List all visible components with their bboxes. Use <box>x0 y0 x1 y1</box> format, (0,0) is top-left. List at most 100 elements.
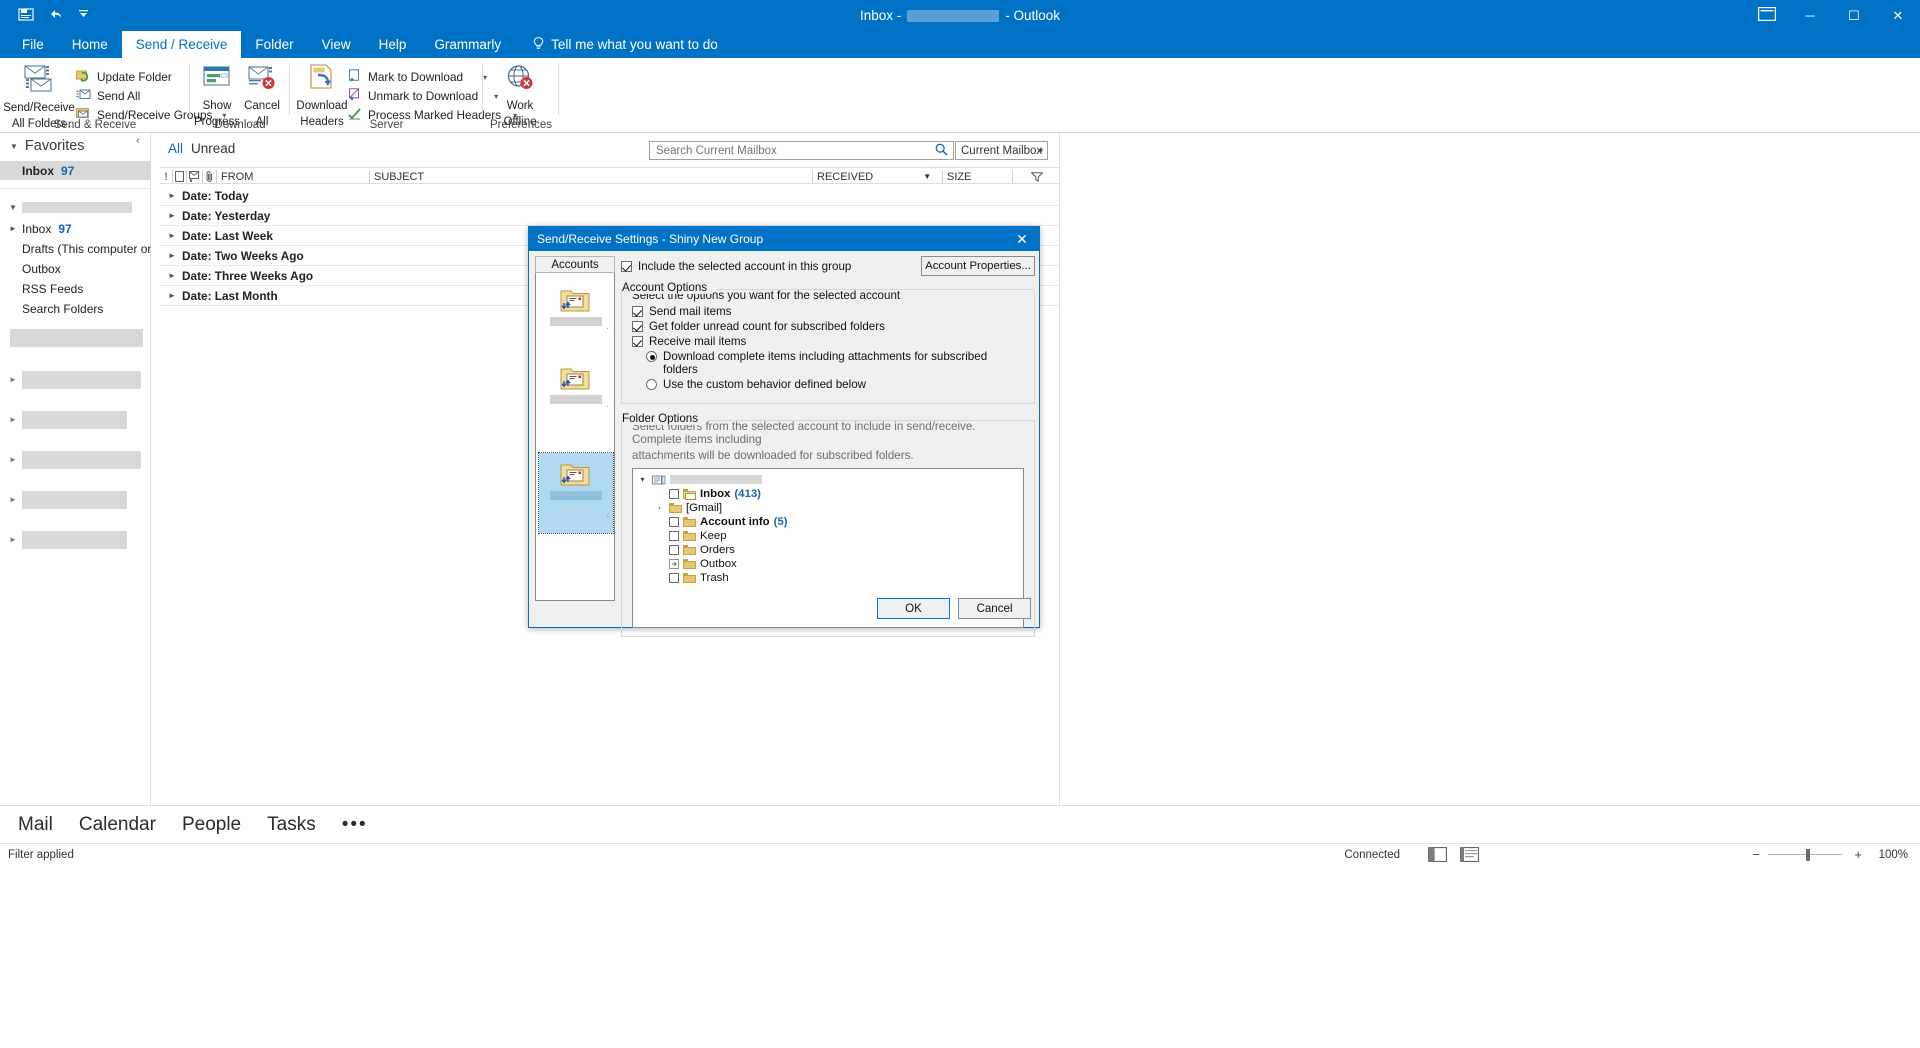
module-calendar[interactable]: Calendar <box>79 814 156 836</box>
column-from[interactable]: FROM <box>216 170 369 183</box>
filter-tab-unread[interactable]: Unread <box>191 141 235 156</box>
account-properties-button[interactable]: Account Properties... <box>921 256 1035 276</box>
tree-node-keep[interactable]: Keep <box>633 529 1023 542</box>
account-list-item[interactable]: . <box>539 357 613 423</box>
custom-behavior-radio[interactable] <box>646 379 657 390</box>
update-folder-button[interactable]: Update Folder <box>76 68 172 86</box>
column-attachment[interactable] <box>202 170 216 183</box>
tree-node-outbox[interactable]: Outbox <box>633 557 1023 570</box>
search-icon[interactable] <box>935 143 948 159</box>
chevron-right-icon[interactable]: ► <box>9 535 17 544</box>
sidebar-item-outbox[interactable]: Outbox <box>0 259 151 278</box>
chevron-down-icon[interactable]: ▾ <box>637 475 648 484</box>
chevron-right-icon[interactable]: ► <box>9 415 17 424</box>
chevron-right-icon[interactable]: ► <box>168 251 176 260</box>
tab-folder[interactable]: Folder <box>241 31 307 58</box>
chevron-right-icon[interactable]: › <box>654 503 665 512</box>
module-tasks[interactable]: Tasks <box>267 814 316 836</box>
reading-view-icon[interactable] <box>1460 847 1480 863</box>
tree-checkbox-account-info[interactable] <box>669 516 679 527</box>
tree-node-inbox[interactable]: Inbox (413) <box>633 487 1023 500</box>
sidebar-item-inbox[interactable]: ► Inbox 97 <box>0 219 151 238</box>
zoom-slider-track[interactable] <box>1768 854 1842 855</box>
chevron-down-icon[interactable]: ▾ <box>1039 146 1043 155</box>
tab-home[interactable]: Home <box>58 31 122 58</box>
mark-to-download-button[interactable]: Mark to Download ▾ <box>348 68 487 86</box>
chevron-right-icon[interactable]: ► <box>9 495 17 504</box>
tree-checkbox-orders[interactable] <box>669 544 679 555</box>
receive-mail-items-row[interactable]: Receive mail items <box>632 335 1024 348</box>
favorites-header[interactable]: ▼ Favorites <box>10 138 85 154</box>
zoom-slider-thumb[interactable] <box>1806 849 1810 861</box>
customize-qat-icon[interactable] <box>77 8 90 23</box>
close-button[interactable]: ✕ <box>1876 0 1920 31</box>
list-group-header[interactable]: ► Date: Yesterday <box>160 206 1060 226</box>
download-complete-items-row[interactable]: Download complete items including attach… <box>646 350 1024 376</box>
chevron-right-icon[interactable]: ► <box>9 375 17 384</box>
tell-me-box[interactable]: Tell me what you want to do <box>515 31 718 58</box>
column-reminder[interactable] <box>172 170 186 183</box>
chevron-right-icon[interactable]: ► <box>168 231 176 240</box>
module-overflow-button[interactable]: ••• <box>342 814 368 836</box>
chevron-right-icon[interactable]: ► <box>9 224 17 233</box>
chevron-right-icon[interactable]: ► <box>168 191 176 200</box>
sidebar-item-favorites-inbox[interactable]: Inbox 97 <box>0 161 151 180</box>
send-all-button[interactable]: Send All <box>76 87 140 105</box>
account-list-item[interactable]: . <box>539 279 613 345</box>
undo-icon[interactable] <box>48 8 63 24</box>
ribbon-display-options-icon[interactable] <box>1758 7 1776 24</box>
chevron-right-icon[interactable]: ► <box>9 455 17 464</box>
tree-checkbox-trash[interactable] <box>669 572 679 583</box>
tab-help[interactable]: Help <box>365 31 421 58</box>
custom-behavior-row[interactable]: Use the custom behavior defined below <box>646 378 1024 391</box>
tree-node-account-root[interactable]: ▾ <box>633 473 1023 486</box>
zoom-in-button[interactable]: + <box>1854 847 1862 862</box>
tree-checkbox-inbox[interactable] <box>669 488 679 499</box>
tree-node-account-info[interactable]: Account info (5) <box>633 515 1023 528</box>
search-scope-dropdown[interactable]: Current Mailbox ▾ <box>955 141 1048 160</box>
chevron-right-icon[interactable]: ► <box>168 271 176 280</box>
chevron-right-icon[interactable]: ► <box>168 291 176 300</box>
column-importance[interactable]: ! <box>160 170 172 183</box>
sidebar-item-rss-feeds[interactable]: RSS Feeds <box>0 279 151 298</box>
include-account-checkbox[interactable] <box>621 261 632 272</box>
minimize-button[interactable]: ─ <box>1788 0 1832 31</box>
tab-view[interactable]: View <box>308 31 365 58</box>
column-filter[interactable] <box>1012 170 1060 183</box>
cancel-button[interactable]: Cancel <box>958 598 1031 619</box>
column-flag-status[interactable] <box>186 170 202 183</box>
sidebar-item-search-folders[interactable]: Search Folders <box>0 299 151 318</box>
column-received[interactable]: RECEIVED ▼ <box>812 170 942 183</box>
send-mail-items-row[interactable]: Send mail items <box>632 305 1024 318</box>
get-unread-count-row[interactable]: Get folder unread count for subscribed f… <box>632 320 1024 333</box>
collapse-pane-icon[interactable]: ‹ <box>136 135 140 147</box>
get-unread-count-checkbox[interactable] <box>632 321 643 332</box>
column-subject[interactable]: SUBJECT <box>369 170 812 183</box>
list-group-header[interactable]: ► Date: Today <box>160 186 1060 206</box>
tab-send-receive[interactable]: Send / Receive <box>121 31 242 58</box>
download-complete-items-radio[interactable] <box>646 351 657 362</box>
zoom-out-button[interactable]: − <box>1752 847 1760 862</box>
unmark-to-download-button[interactable]: Unmark to Download ▾ <box>348 87 498 105</box>
tree-node-gmail[interactable]: › [Gmail] <box>633 501 1023 514</box>
send-mail-items-checkbox[interactable] <box>632 306 643 317</box>
filter-tab-all[interactable]: All <box>168 141 183 156</box>
column-size[interactable]: SIZE <box>942 170 1012 183</box>
normal-view-icon[interactable] <box>1428 847 1448 863</box>
save-icon[interactable] <box>18 7 34 25</box>
receive-mail-items-checkbox[interactable] <box>632 336 643 347</box>
close-icon[interactable]: ✕ <box>1005 227 1039 251</box>
account-list-item-selected[interactable]: . <box>538 452 614 534</box>
accounts-list[interactable]: . . . <box>535 273 615 601</box>
module-people[interactable]: People <box>182 814 241 836</box>
module-mail[interactable]: Mail <box>18 814 53 836</box>
tab-grammarly[interactable]: Grammarly <box>420 31 515 58</box>
tree-node-orders[interactable]: Orders <box>633 543 1023 556</box>
zoom-level-value[interactable]: 100% <box>1879 849 1908 861</box>
tab-file[interactable]: File <box>8 31 58 58</box>
search-box[interactable] <box>649 141 954 160</box>
maximize-button[interactable]: ☐ <box>1832 0 1876 31</box>
search-input[interactable] <box>654 143 949 158</box>
tree-node-trash[interactable]: Trash <box>633 571 1023 584</box>
sidebar-item-account-root[interactable]: ▼ <box>0 198 151 217</box>
